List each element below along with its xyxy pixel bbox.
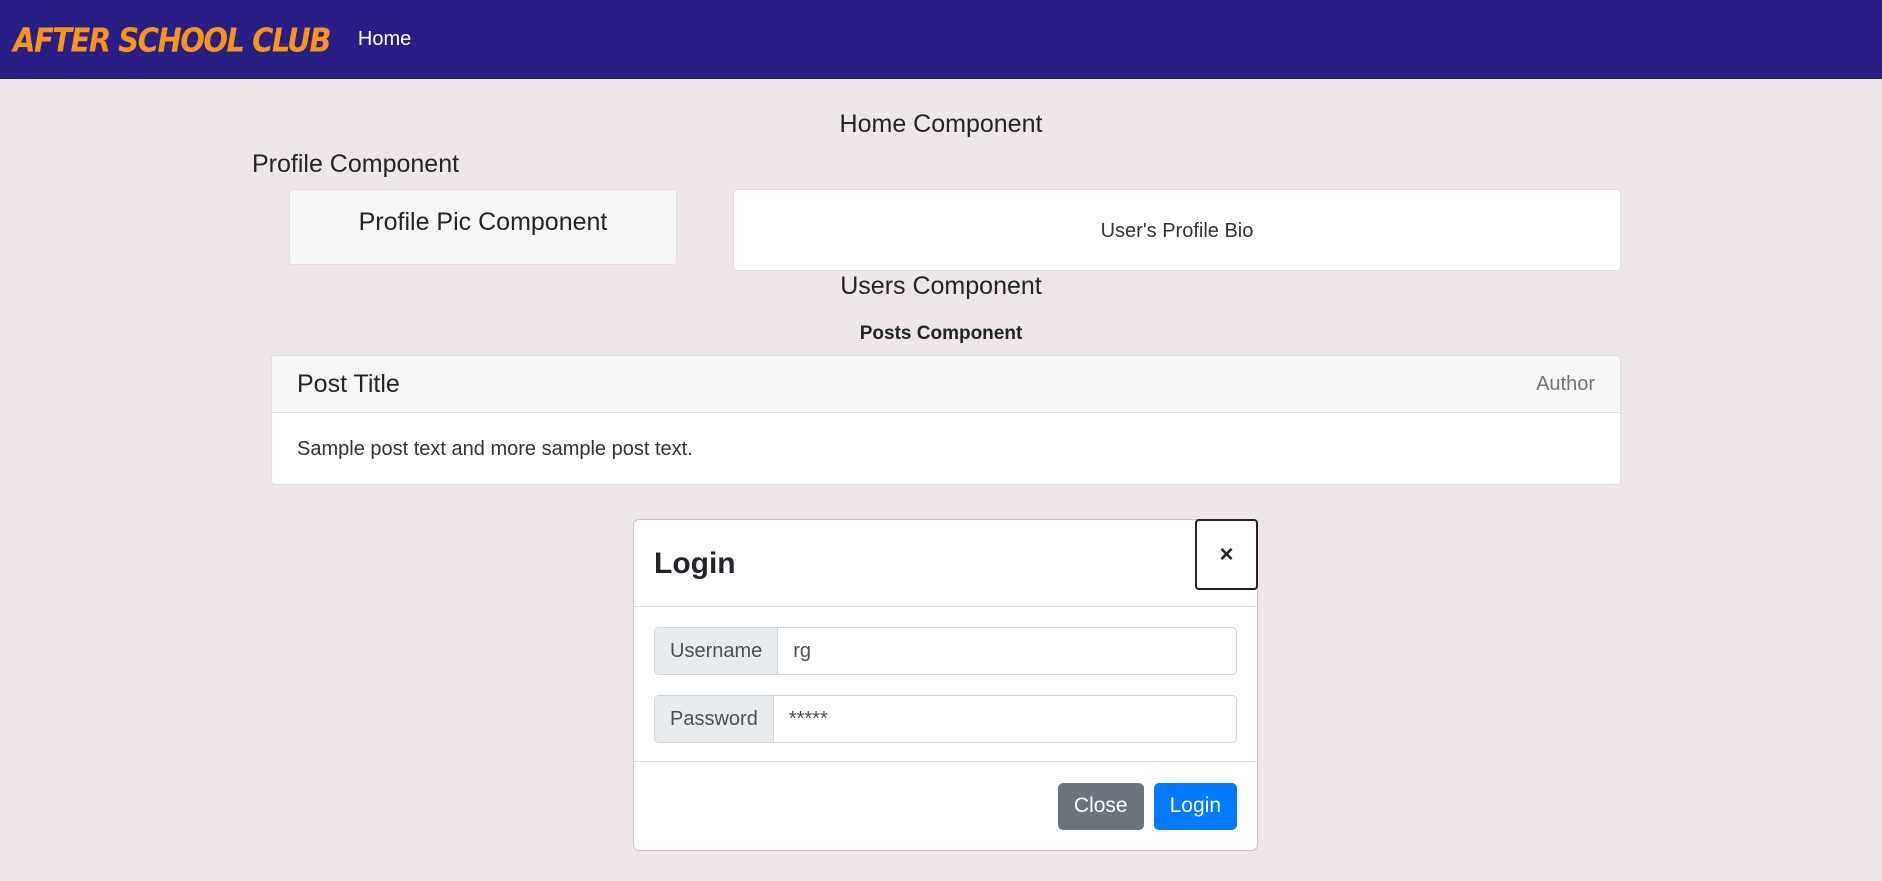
password-label: Password <box>655 696 774 742</box>
profile-pic-card: Profile Pic Component <box>289 189 677 265</box>
username-group: Username <box>654 627 1237 675</box>
close-button[interactable]: Close <box>1057 782 1144 830</box>
post-title: Post Title <box>297 369 400 398</box>
post-body-text: Sample post text and more sample post te… <box>297 438 693 460</box>
post-card: Post Title Author Sample post text and m… <box>271 355 1621 485</box>
password-group: Password <box>654 695 1237 743</box>
profile-bio-text: User's Profile Bio <box>1100 220 1254 242</box>
brand-logo[interactable]: AFTER SCHOOL CLUB <box>13 20 331 59</box>
nav-link-home[interactable]: Home <box>358 28 411 51</box>
users-component-title: Users Component <box>840 272 1042 300</box>
username-label: Username <box>655 628 779 674</box>
password-input[interactable] <box>773 696 1236 742</box>
post-header: Post Title Author <box>272 356 1620 413</box>
login-modal: Login × Username Password Close Login <box>633 519 1258 851</box>
login-modal-title: Login <box>654 547 736 580</box>
profile-component-title: Profile Component <box>252 150 460 178</box>
post-author: Author <box>1536 372 1595 395</box>
username-input[interactable] <box>778 628 1236 674</box>
login-modal-footer: Close Login <box>634 762 1257 850</box>
login-modal-body: Username Password <box>634 607 1257 762</box>
close-icon[interactable]: × <box>1195 519 1258 590</box>
login-button[interactable]: Login <box>1153 782 1237 830</box>
posts-component-title: Posts Component <box>859 323 1023 344</box>
login-modal-header: Login × <box>634 519 1258 607</box>
profile-bio-card: User's Profile Bio <box>733 189 1621 271</box>
home-component-title: Home Component <box>839 110 1043 138</box>
profile-pic-label: Profile Pic Component <box>358 208 608 236</box>
navbar: AFTER SCHOOL CLUB Home <box>0 0 1882 79</box>
